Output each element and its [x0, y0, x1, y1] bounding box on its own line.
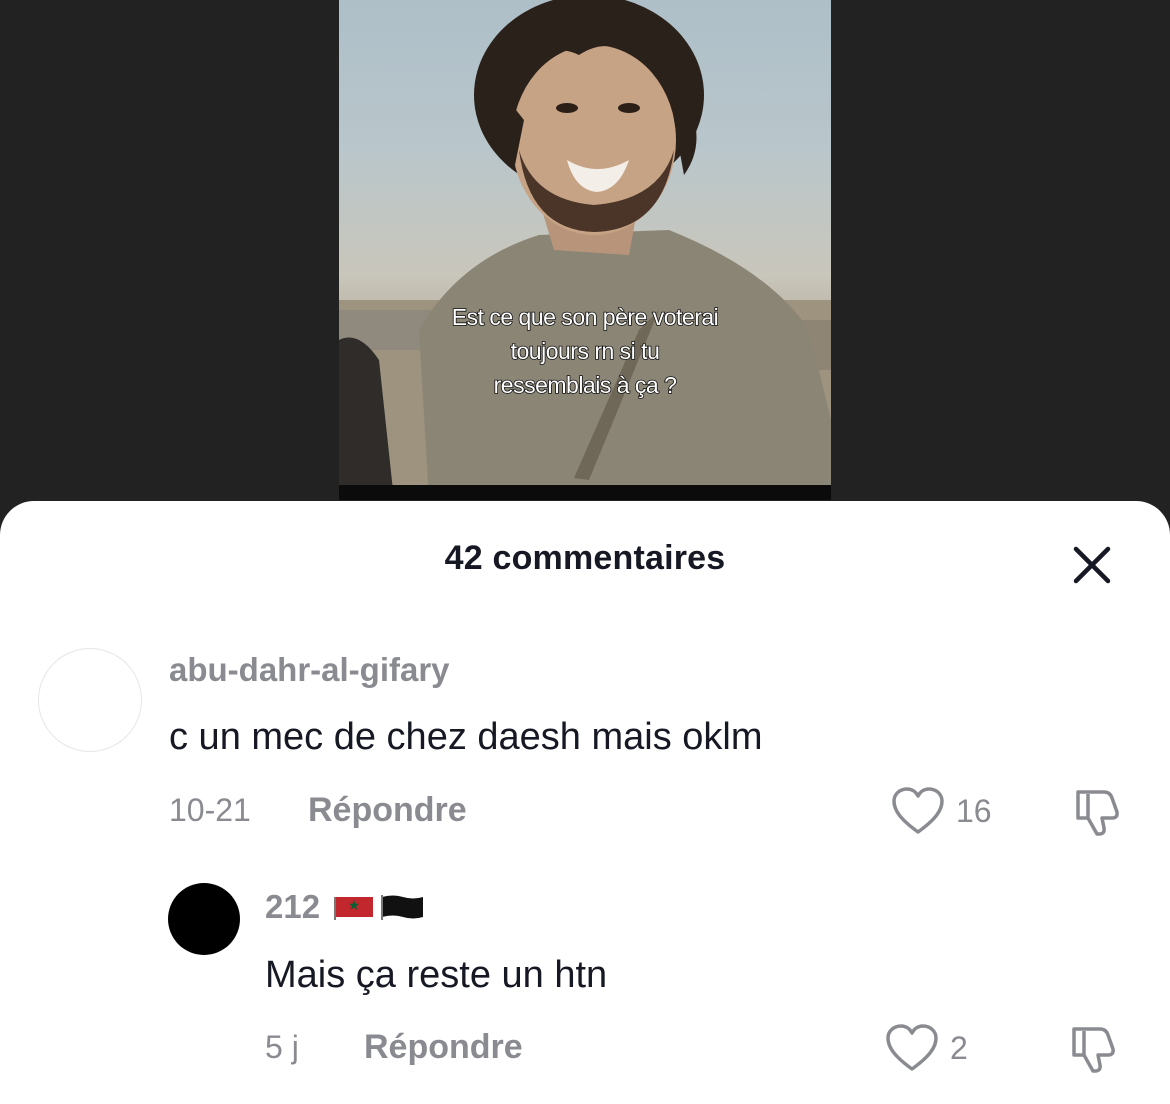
- video-frame-image: [339, 0, 831, 500]
- like-button[interactable]: [884, 1023, 940, 1075]
- comment-text: c un mec de chez daesh mais oklm: [169, 716, 763, 758]
- heart-icon: [886, 1024, 938, 1071]
- username-flags: [329, 892, 429, 920]
- comment-username[interactable]: 212: [265, 888, 429, 926]
- caption-line: toujours rn si tu: [510, 337, 661, 365]
- video-player[interactable]: Est ce que son père voterai toujours rn …: [339, 0, 831, 500]
- caption-line: Est ce que son père voterai: [451, 303, 720, 331]
- like-count: 2: [950, 1030, 968, 1066]
- heart-icon: [892, 787, 944, 834]
- comments-sheet: 42 commentaires abu-dahr-al-gifary c un …: [0, 501, 1170, 1104]
- comment-text: Mais ça reste un htn: [265, 954, 608, 996]
- comments-count-title: 42 commentaires: [444, 539, 726, 577]
- dislike-button[interactable]: [1066, 1023, 1120, 1075]
- comment-date: 5 j: [265, 1029, 299, 1065]
- caption-line: ressemblais à ça ?: [493, 371, 678, 399]
- morocco-flag-icon: [334, 897, 374, 920]
- app-screen: Est ce que son père voterai toujours rn …: [0, 0, 1170, 1104]
- username-text: 212: [265, 888, 321, 925]
- reply-button[interactable]: Répondre: [364, 1028, 523, 1067]
- reply-button[interactable]: Répondre: [308, 791, 467, 830]
- comment-username[interactable]: abu-dahr-al-gifary: [169, 651, 450, 689]
- video-bottom-bar: [339, 485, 831, 500]
- close-button[interactable]: [1068, 541, 1116, 589]
- close-icon: [1073, 546, 1111, 584]
- video-caption: Est ce que son père voterai toujours rn …: [339, 300, 831, 402]
- black-flag-icon: [381, 895, 424, 920]
- thumbs-down-icon: [1076, 790, 1119, 836]
- avatar[interactable]: [38, 648, 142, 752]
- thumbs-down-icon: [1072, 1027, 1115, 1073]
- like-button[interactable]: [890, 786, 946, 838]
- avatar[interactable]: [168, 883, 240, 955]
- like-count: 16: [956, 793, 992, 829]
- dislike-button[interactable]: [1070, 786, 1124, 838]
- comment-date: 10-21: [169, 792, 251, 828]
